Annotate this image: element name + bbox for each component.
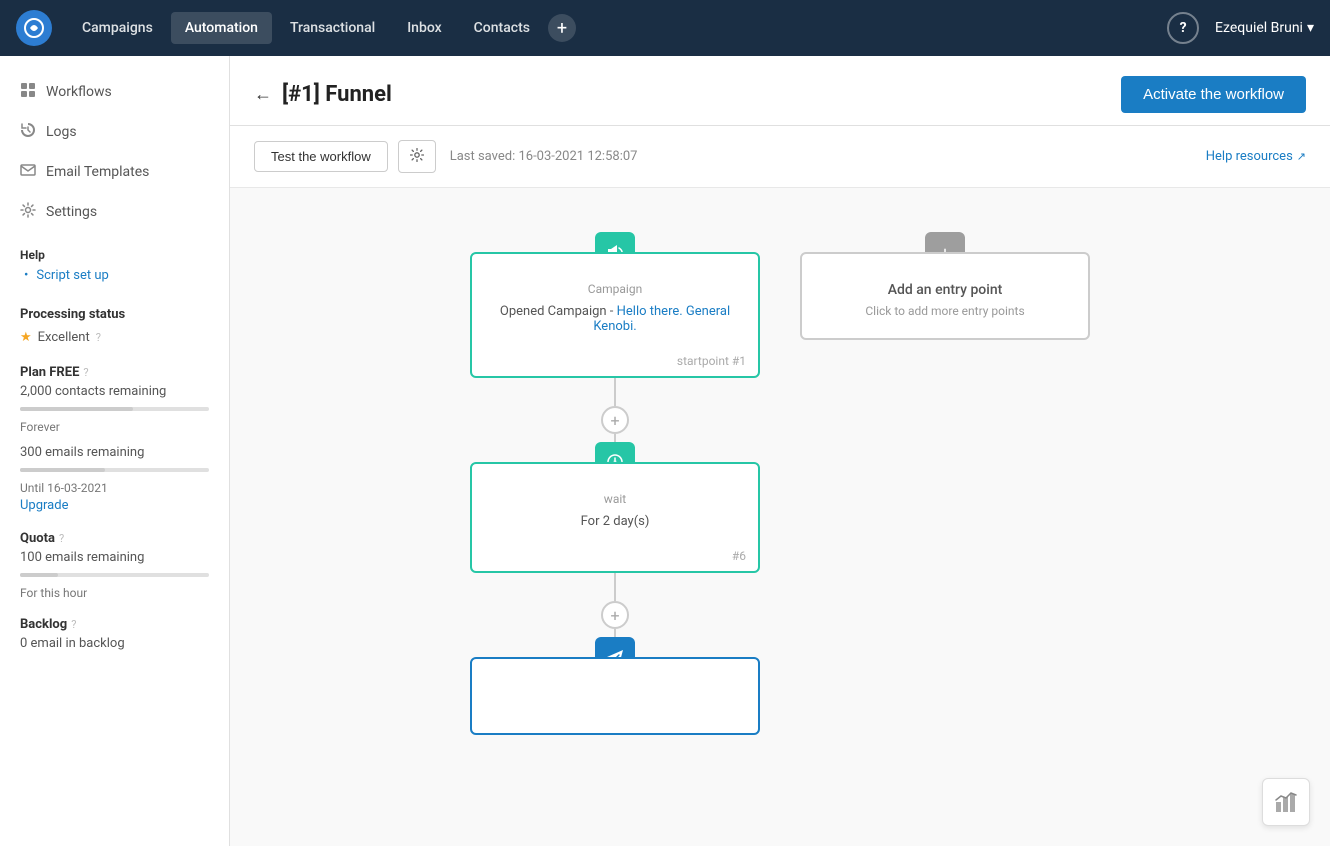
settings-icon (20, 202, 36, 222)
wait-node[interactable]: wait For 2 day(s) #6 (470, 462, 760, 573)
page-title-row: ← [#1] Funnel (254, 82, 392, 107)
sidebar-item-workflows[interactable]: Workflows (0, 72, 229, 112)
last-saved-text: Last saved: 16-03-2021 12:58:07 (450, 149, 638, 164)
grid-icon (20, 82, 36, 102)
backlog-section-label: Backlog (20, 617, 67, 632)
quota-help-icon[interactable]: ? (59, 532, 64, 545)
forever-label: Forever (0, 419, 229, 435)
connector-line-2 (614, 573, 616, 601)
until-label: Until 16-03-2021 (0, 480, 229, 496)
backlog-value: 0 email in backlog (0, 634, 229, 655)
backlog-help-icon[interactable]: ? (71, 618, 76, 631)
nav-automation[interactable]: Automation (171, 12, 272, 44)
nav-inbox[interactable]: Inbox (393, 12, 455, 44)
processing-help-icon[interactable]: ? (96, 331, 101, 344)
page-header: ← [#1] Funnel Activate the workflow (230, 56, 1330, 126)
test-workflow-button[interactable]: Test the workflow (254, 141, 388, 172)
connector-line-1 (614, 378, 616, 406)
main-workflow-column: Campaign Opened Campaign - Hello there. … (470, 228, 760, 735)
external-link-icon: ↗ (1297, 150, 1306, 163)
add-entry-subtitle: Click to add more entry points (818, 304, 1072, 318)
sidebar-item-email-templates[interactable]: Email Templates (0, 152, 229, 192)
for-this-hour-label: For this hour (0, 585, 229, 601)
contacts-remaining: 2,000 contacts remaining (0, 382, 229, 403)
email-node-wrapper (470, 657, 760, 735)
logs-icon (20, 122, 36, 142)
workflow-canvas[interactable]: Campaign Opened Campaign - Hello there. … (230, 188, 1330, 846)
add-step-button-2[interactable]: + (601, 601, 629, 629)
campaign-node-wrapper: Campaign Opened Campaign - Hello there. … (470, 252, 760, 378)
quota-emails: 100 emails remaining (0, 548, 229, 569)
add-entry-wrapper: + Add an entry point Click to add more e… (800, 252, 1090, 340)
nav-transactional[interactable]: Transactional (276, 12, 389, 44)
quota-section-label: Quota (20, 531, 55, 546)
nav-campaigns[interactable]: Campaigns (68, 12, 167, 44)
plan-help-icon[interactable]: ? (83, 366, 88, 379)
help-resources-link[interactable]: Help resources ↗ (1206, 149, 1306, 164)
gear-icon (410, 148, 424, 162)
sidebar-item-logs[interactable]: Logs (0, 112, 229, 152)
campaign-node-body: Campaign Opened Campaign - Hello there. … (472, 254, 758, 350)
add-entry-body: Add an entry point Click to add more ent… (802, 254, 1088, 338)
top-navigation: Campaigns Automation Transactional Inbox… (0, 0, 1330, 56)
emails-remaining: 300 emails remaining (0, 443, 229, 464)
chart-icon (1274, 790, 1298, 814)
contacts-progress-bar (20, 407, 209, 411)
campaign-node[interactable]: Campaign Opened Campaign - Hello there. … (470, 252, 760, 378)
email-node[interactable] (470, 657, 760, 735)
plan-section-label: Plan FREE (20, 365, 79, 380)
upgrade-link[interactable]: Upgrade (0, 496, 229, 515)
quota-progress-bar (20, 573, 209, 577)
campaign-node-footer: startpoint #1 (472, 350, 758, 376)
wait-node-desc: For 2 day(s) (488, 514, 742, 529)
wait-node-wrapper: wait For 2 day(s) #6 (470, 462, 760, 573)
add-entry-title: Add an entry point (818, 282, 1072, 298)
wait-node-body: wait For 2 day(s) (472, 464, 758, 545)
wait-node-type: wait (488, 492, 742, 506)
help-button[interactable]: ? (1167, 12, 1199, 44)
back-button[interactable]: ← (254, 84, 272, 105)
sidebar: Workflows Logs Email Templates (0, 56, 230, 846)
add-button[interactable]: + (548, 14, 576, 42)
emails-progress-bar (20, 468, 209, 472)
workflow-nodes: Campaign Opened Campaign - Hello there. … (260, 218, 1300, 735)
workflow-settings-button[interactable] (398, 140, 436, 173)
processing-status-value: ★ Excellent ? (0, 328, 229, 347)
star-icon: ★ (20, 330, 32, 345)
entry-points-column: + Add an entry point Click to add more e… (800, 228, 1090, 735)
toolbar: Test the workflow Last saved: 16-03-2021… (230, 126, 1330, 188)
help-section-label: Help (0, 232, 229, 266)
campaign-node-type: Campaign (488, 282, 742, 296)
email-node-body (472, 659, 758, 733)
campaign-node-desc: Opened Campaign - Hello there. General K… (488, 304, 742, 334)
add-step-button-1[interactable]: + (601, 406, 629, 434)
app-logo[interactable] (16, 10, 52, 46)
user-menu[interactable]: Ezequiel Bruni ▾ (1215, 20, 1314, 36)
main-content: ← [#1] Funnel Activate the workflow Test… (230, 56, 1330, 846)
email-icon (20, 162, 36, 182)
script-setup-link[interactable]: Script set up (0, 266, 229, 291)
page-title: [#1] Funnel (282, 82, 392, 107)
processing-status-section: Processing status (0, 291, 229, 328)
sidebar-item-settings[interactable]: Settings (0, 192, 229, 232)
activate-workflow-button[interactable]: Activate the workflow (1121, 76, 1306, 113)
wait-node-footer: #6 (472, 545, 758, 571)
minimap-button[interactable] (1262, 778, 1310, 826)
nav-contacts[interactable]: Contacts (460, 12, 544, 44)
add-entry-node[interactable]: Add an entry point Click to add more ent… (800, 252, 1090, 340)
